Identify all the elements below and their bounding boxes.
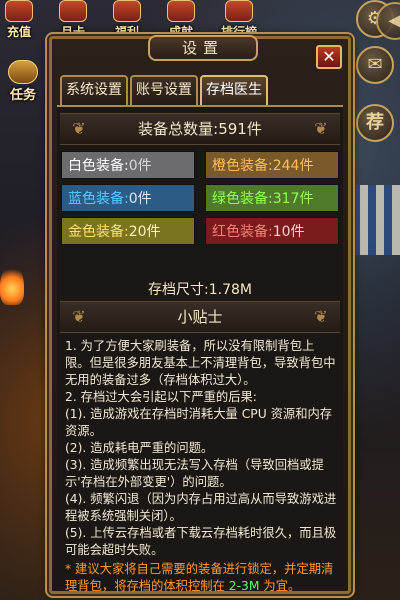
gift-icon <box>113 0 141 22</box>
tips-text: 1. 为了方便大家刷装备，所以没有限制背包上限。但是很多朋友基本上不清理背包，导… <box>65 338 337 595</box>
gold-equipment-count: 金色装备:20件 <box>61 217 195 245</box>
ornament-left-icon: ❦ <box>72 119 86 138</box>
recharge-button[interactable]: 充值 <box>0 0 42 39</box>
awning-decoration <box>352 185 400 255</box>
welfare-button[interactable]: 福利 <box>104 0 150 39</box>
equipment-total-value: 591件 <box>218 120 262 138</box>
close-button[interactable]: ✕ <box>316 45 342 69</box>
save-doctor-content: ❦ 装备总数量:591件 ❦ 白色装备:0件 橙色装备:244件 蓝色装备:0件… <box>57 105 343 593</box>
recommend-button[interactable]: 荐 <box>356 104 394 142</box>
quest-button[interactable]: 任务 <box>0 60 46 103</box>
ornament-left-icon: ❦ <box>72 307 86 326</box>
green-equipment-count: 绿色装备:317件 <box>205 184 339 212</box>
ornament-right-icon: ❦ <box>314 119 328 138</box>
tip-item: (4). 频繁闪退（因为内存占用过高从而导致游戏进程被系统强制关闭）。 <box>65 492 337 523</box>
tip-item: (3). 造成频繁出现无法写入存档（导致回档或提示'存档在外部变更'）的问题。 <box>65 458 324 489</box>
tab-system-settings[interactable]: 系统设置 <box>60 75 128 105</box>
recommendation-hint: * 建议大家将自己需要的装备进行锁定，并定期清理背包，将存档的体积控制在 2-3… <box>65 562 334 593</box>
quest-icon <box>8 60 38 84</box>
tip-item: 1. 为了方便大家刷装备，所以没有限制背包上限。但是很多朋友基本上不清理背包，导… <box>65 339 336 387</box>
monthly-card-button[interactable]: 月卡 <box>50 0 96 39</box>
tips-header: ❦ 小贴士 ❦ <box>60 301 340 333</box>
settings-dialog: 设置 ✕ 系统设置 账号设置 存档医生 ❦ 装备总数量:591件 ❦ 白色装备:… <box>49 35 351 594</box>
save-size: 存档尺寸:1.78M <box>148 282 252 298</box>
trophy-icon <box>167 0 195 22</box>
tips-title: 小贴士 <box>177 308 223 326</box>
orange-equipment-count: 橙色装备:244件 <box>205 151 339 179</box>
tip-item: (1). 造成游戏在存档时消耗大量 CPU 资源和内存资源。 <box>65 407 333 438</box>
tab-save-doctor[interactable]: 存档医生 <box>200 75 268 105</box>
dialog-title: 设置 <box>148 35 258 61</box>
tip-item: (2). 造成耗电严重的问题。 <box>65 441 214 455</box>
equipment-total-bar: ❦ 装备总数量:591件 ❦ <box>60 113 340 145</box>
ornament-right-icon: ❦ <box>314 307 328 326</box>
gem-icon <box>5 0 33 22</box>
blue-equipment-count: 蓝色装备:0件 <box>61 184 195 212</box>
ranking-button[interactable]: 排行榜 <box>212 0 266 39</box>
tab-account-settings[interactable]: 账号设置 <box>130 75 198 105</box>
card-icon <box>59 0 87 22</box>
top-hud: 充值 月卡 福利 成就 排行榜 <box>0 0 400 40</box>
equipment-total-label: 装备总数量: <box>138 120 219 138</box>
mail-icon[interactable]: ✉ <box>356 46 394 84</box>
achievement-button[interactable]: 成就 <box>158 0 204 39</box>
white-equipment-count: 白色装备:0件 <box>61 151 195 179</box>
recommended-size-range: 2-3M <box>228 579 260 593</box>
tip-item: 2. 存档过大会引起以下严重的后果: <box>65 390 257 404</box>
torch-decoration <box>0 265 24 305</box>
ranking-icon <box>225 0 253 22</box>
red-equipment-count: 红色装备:10件 <box>205 217 339 245</box>
tip-item: (5). 上传云存档或者下载云存档耗时很久，而且极可能会超时失败。 <box>65 526 337 557</box>
